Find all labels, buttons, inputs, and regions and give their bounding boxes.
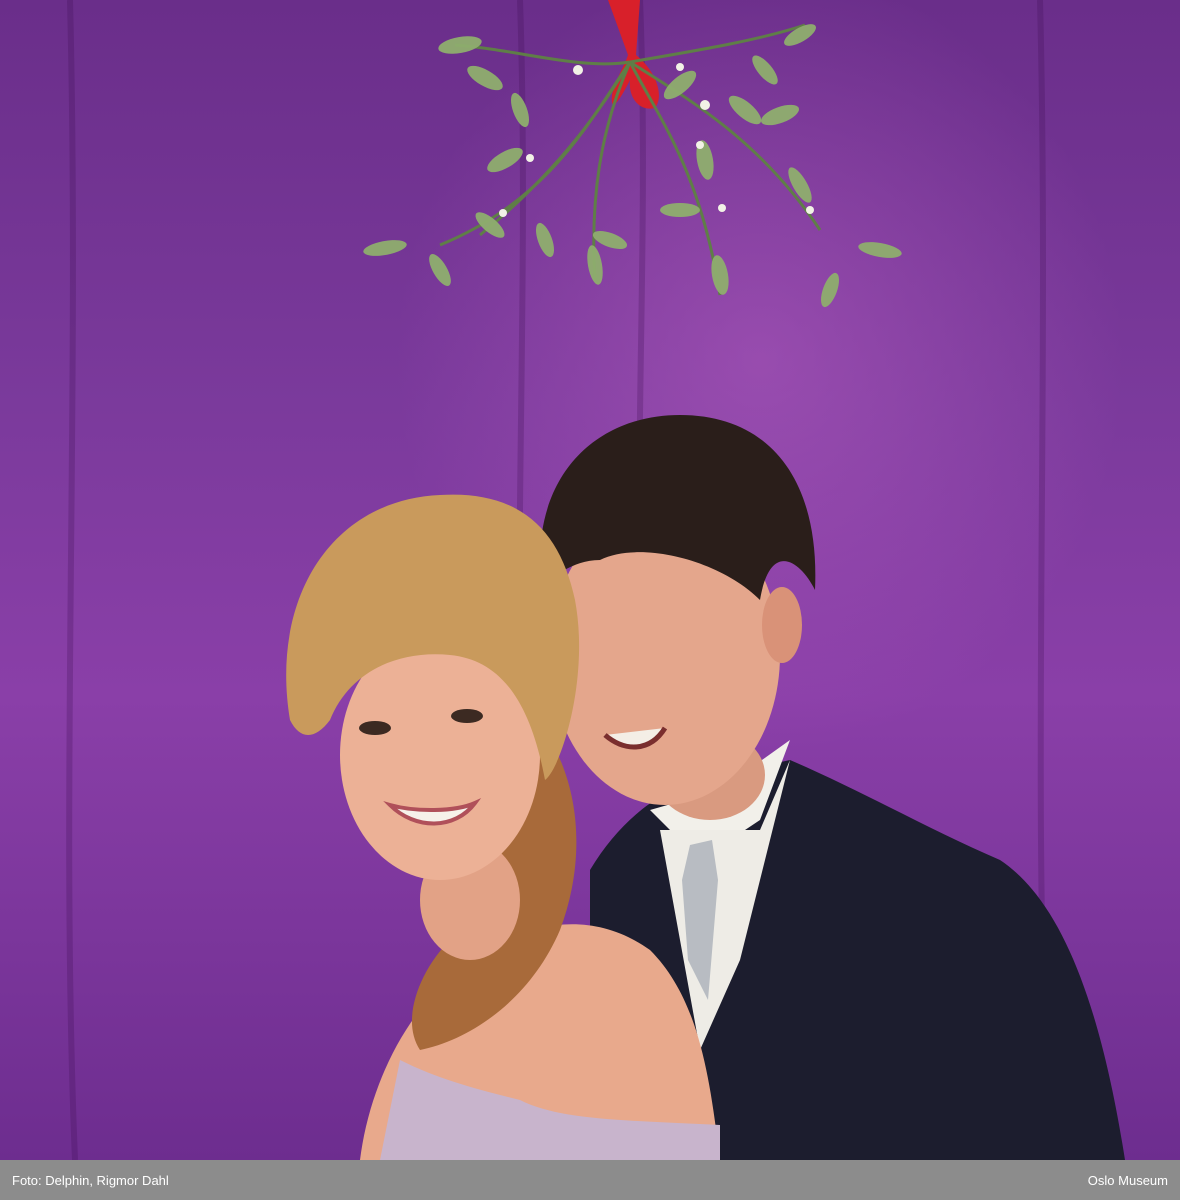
photo-scene bbox=[66, 0, 1125, 1160]
caption-bar: Foto: Delphin, Rigmor Dahl Oslo Museum bbox=[0, 1160, 1180, 1200]
man-ear bbox=[762, 587, 802, 663]
mistletoe bbox=[363, 0, 902, 308]
woman-eye-left bbox=[359, 721, 391, 735]
woman-eye-right bbox=[451, 709, 483, 723]
ribbon bbox=[608, 0, 659, 109]
photo-credit: Foto: Delphin, Rigmor Dahl bbox=[12, 1172, 169, 1188]
photograph bbox=[0, 0, 1180, 1160]
museum-name: Oslo Museum bbox=[1087, 1172, 1168, 1188]
